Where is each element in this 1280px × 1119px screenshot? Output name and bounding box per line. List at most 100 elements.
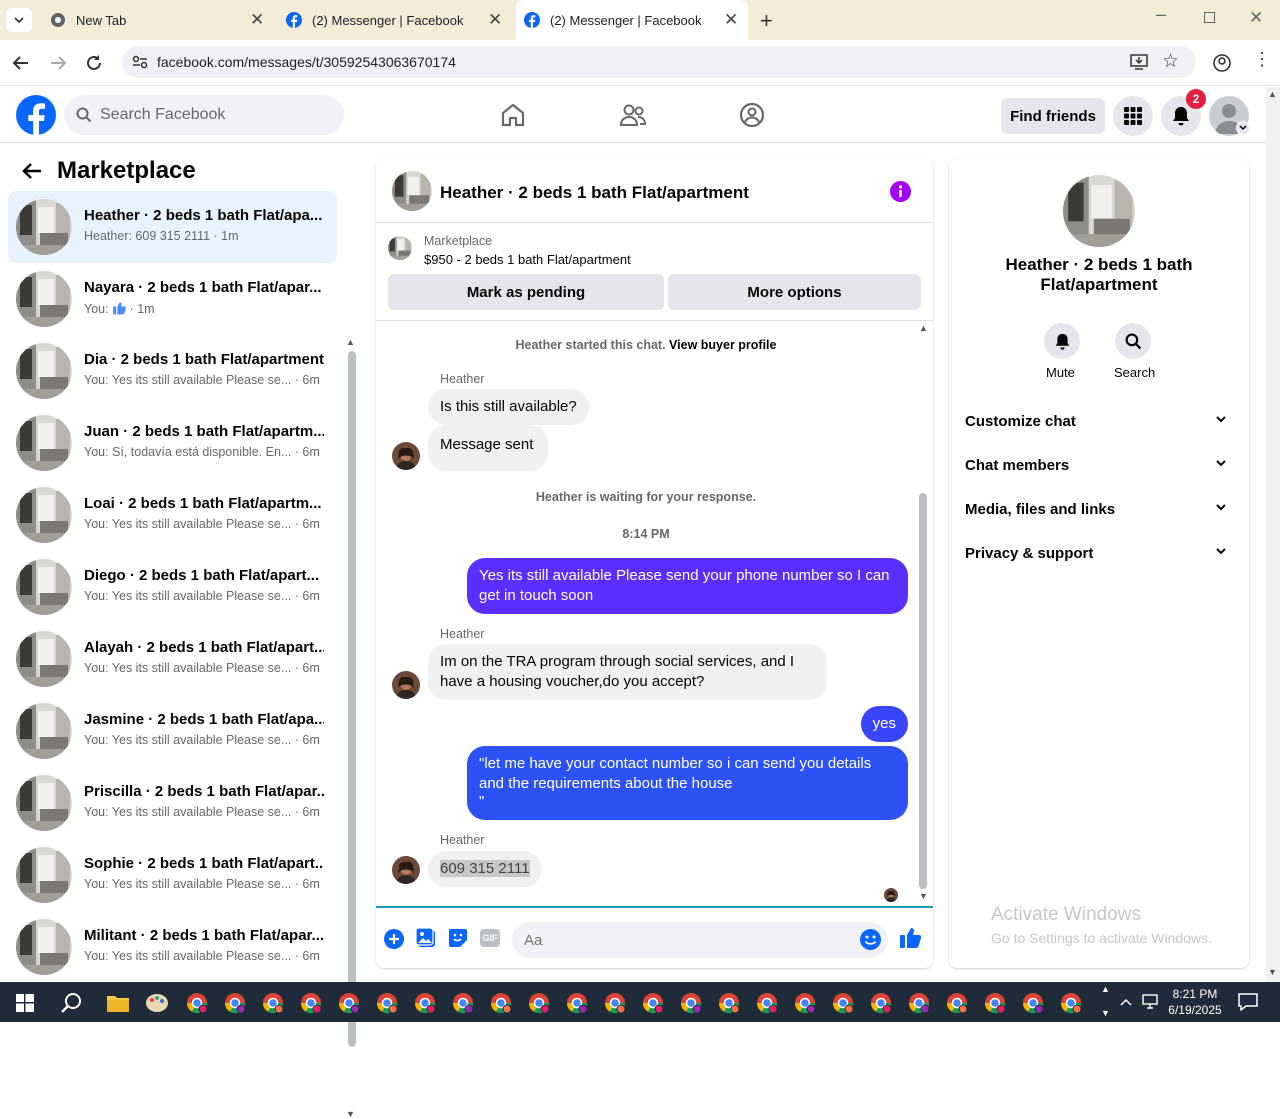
taskbar-clock[interactable]: 8:21 PM 6/19/2025 (1160, 986, 1230, 1018)
chrome-taskbar-icon[interactable] (832, 992, 854, 1014)
chrome-taskbar-icon[interactable] (528, 992, 550, 1014)
chrome-taskbar-icon[interactable] (300, 992, 322, 1014)
taskbar-scroll-up-icon[interactable]: ▲ (1101, 984, 1110, 994)
mark-pending-button[interactable]: Mark as pending (388, 274, 664, 310)
message-bubble-in[interactable]: Message sent (428, 425, 549, 471)
scroll-down-icon[interactable]: ▼ (919, 891, 928, 901)
conversation-item[interactable]: Diego · 2 beds 1 bath Flat/apart... You: … (8, 551, 337, 623)
site-info-icon[interactable] (132, 55, 148, 69)
chrome-taskbar-icon[interactable] (718, 992, 740, 1014)
chrome-taskbar-icon[interactable] (452, 992, 474, 1014)
taskbar-scroll-down-icon[interactable]: ▼ (1101, 1008, 1110, 1018)
windows-start-icon[interactable] (16, 994, 34, 1012)
conversation-item[interactable]: Alayah · 2 beds 1 bath Flat/apart... You:… (8, 623, 337, 695)
message-bubble-out[interactable]: yes (860, 706, 908, 742)
chrome-taskbar-icon[interactable] (946, 992, 968, 1014)
chat-members-section[interactable]: Chat members (965, 443, 1235, 487)
conversation-item[interactable]: Heather · 2 beds 1 bath Flat/apa... Heath… (8, 191, 337, 263)
conversation-item[interactable]: Loai · 2 beds 1 bath Flat/apartm... You: … (8, 479, 337, 551)
conversation-item[interactable]: Juan · 2 beds 1 bath Flat/apartm... You: … (8, 407, 337, 479)
message-bubble-out[interactable]: "let me have your contact number so i ca… (467, 746, 908, 820)
chrome-taskbar-icon[interactable] (794, 992, 816, 1014)
chrome-taskbar-icon[interactable] (870, 992, 892, 1014)
chrome-taskbar-icon[interactable] (224, 992, 246, 1014)
more-options-button[interactable]: More options (668, 274, 921, 310)
account-chevron[interactable] (1236, 121, 1250, 135)
chrome-taskbar-icon[interactable] (756, 992, 778, 1014)
home-icon[interactable] (500, 102, 526, 128)
install-app-icon[interactable] (1130, 54, 1148, 70)
minimize-button[interactable]: – (1156, 4, 1166, 25)
tab-search-button[interactable] (6, 8, 32, 32)
chrome-taskbar-icon[interactable] (1060, 992, 1082, 1014)
back-icon[interactable] (12, 54, 30, 72)
scroll-up-icon[interactable]: ▲ (346, 337, 355, 347)
chrome-taskbar-icon[interactable] (908, 992, 930, 1014)
groups-icon[interactable] (739, 102, 765, 128)
conversation-item[interactable]: Sophie · 2 beds 1 bath Flat/apart... You:… (8, 839, 337, 911)
taskbar-search-icon[interactable] (61, 992, 83, 1014)
chrome-taskbar-icon[interactable] (680, 992, 702, 1014)
find-friends-button[interactable]: Find friends (1001, 98, 1105, 134)
scroll-down-icon[interactable]: ▼ (346, 1109, 355, 1119)
chrome-taskbar-icon[interactable] (376, 992, 398, 1014)
paint-icon[interactable] (145, 992, 169, 1014)
conversation-item[interactable]: Nayara · 2 beds 1 bath Flat/apar... You: ·… (8, 263, 337, 335)
chrome-taskbar-icon[interactable] (1022, 992, 1044, 1014)
mute-button[interactable] (1044, 323, 1080, 359)
selected-phone-text[interactable]: 609 315 2111 (440, 860, 530, 877)
facebook-logo[interactable] (16, 95, 56, 135)
chat-title[interactable]: Heather · 2 beds 1 bath Flat/apartment (440, 183, 749, 203)
emoji-icon[interactable] (860, 929, 881, 950)
tab-new-tab[interactable]: New Tab ✕ (40, 0, 272, 40)
view-buyer-profile-link[interactable]: View buyer profile (669, 338, 776, 352)
message-bubble-in[interactable]: 609 315 2111 (428, 851, 542, 887)
message-bubble-out[interactable]: Yes its still available Please send your… (467, 558, 908, 614)
file-explorer-icon[interactable] (106, 993, 130, 1013)
chat-avatar[interactable] (392, 171, 432, 211)
plus-icon[interactable] (384, 929, 404, 949)
photo-icon[interactable] (416, 928, 436, 948)
conversation-item[interactable]: Priscilla · 2 beds 1 bath Flat/apar... Yo… (8, 767, 337, 839)
page-scrollbar[interactable]: ▲ ▼ (1266, 87, 1280, 982)
chrome-taskbar-icon[interactable] (604, 992, 626, 1014)
browser-menu-icon[interactable]: ⋮ (1253, 50, 1271, 68)
scrollbar-thumb[interactable] (348, 351, 356, 1047)
notification-center-icon[interactable] (1238, 993, 1258, 1011)
close-icon[interactable]: ✕ (488, 10, 502, 30)
close-icon[interactable]: ✕ (250, 10, 264, 30)
network-icon[interactable] (1142, 994, 1160, 1010)
close-icon[interactable]: ✕ (724, 10, 738, 30)
sender-avatar[interactable] (392, 442, 420, 470)
scroll-up-icon[interactable]: ▲ (919, 323, 928, 333)
chrome-taskbar-icon[interactable] (186, 992, 208, 1014)
thumbs-up-icon[interactable] (899, 926, 922, 949)
forward-icon[interactable] (49, 54, 67, 72)
close-window-button[interactable]: ✕ (1249, 8, 1263, 28)
info-icon[interactable] (890, 181, 911, 202)
scroll-up-icon[interactable]: ▲ (1268, 89, 1277, 99)
chrome-taskbar-icon[interactable] (642, 992, 664, 1014)
contact-avatar[interactable] (1063, 175, 1135, 247)
address-bar[interactable]: facebook.com/messages/t/3059254306367017… (122, 46, 1196, 78)
bookmark-star-icon[interactable]: ☆ (1162, 50, 1179, 73)
sender-avatar[interactable] (392, 671, 420, 699)
menu-button[interactable] (1113, 96, 1153, 136)
listing-thumbnail[interactable] (388, 236, 412, 260)
gif-icon[interactable]: GIF (480, 929, 500, 947)
sender-avatar[interactable] (392, 856, 420, 884)
reload-icon[interactable] (85, 54, 103, 72)
chat-scrollbar[interactable]: ▲ ▼ (916, 321, 930, 906)
listing-description[interactable]: $950 - 2 beds 1 bath Flat/apartment (424, 252, 631, 267)
privacy-support-section[interactable]: Privacy & support (965, 531, 1235, 575)
tab-messenger-1[interactable]: (2) Messenger | Facebook ✕ (278, 0, 510, 40)
new-tab-button[interactable]: + (760, 8, 773, 34)
message-bubble-in[interactable]: Is this still available? (428, 389, 589, 425)
back-arrow-icon[interactable] (22, 162, 42, 180)
scrollbar-thumb[interactable] (919, 493, 927, 889)
message-input[interactable] (512, 922, 888, 958)
chrome-taskbar-icon[interactable] (338, 992, 360, 1014)
friends-icon[interactable] (619, 102, 647, 128)
chrome-taskbar-icon[interactable] (414, 992, 436, 1014)
conversation-item[interactable]: Jasmine · 2 beds 1 bath Flat/apa... You: … (8, 695, 337, 767)
